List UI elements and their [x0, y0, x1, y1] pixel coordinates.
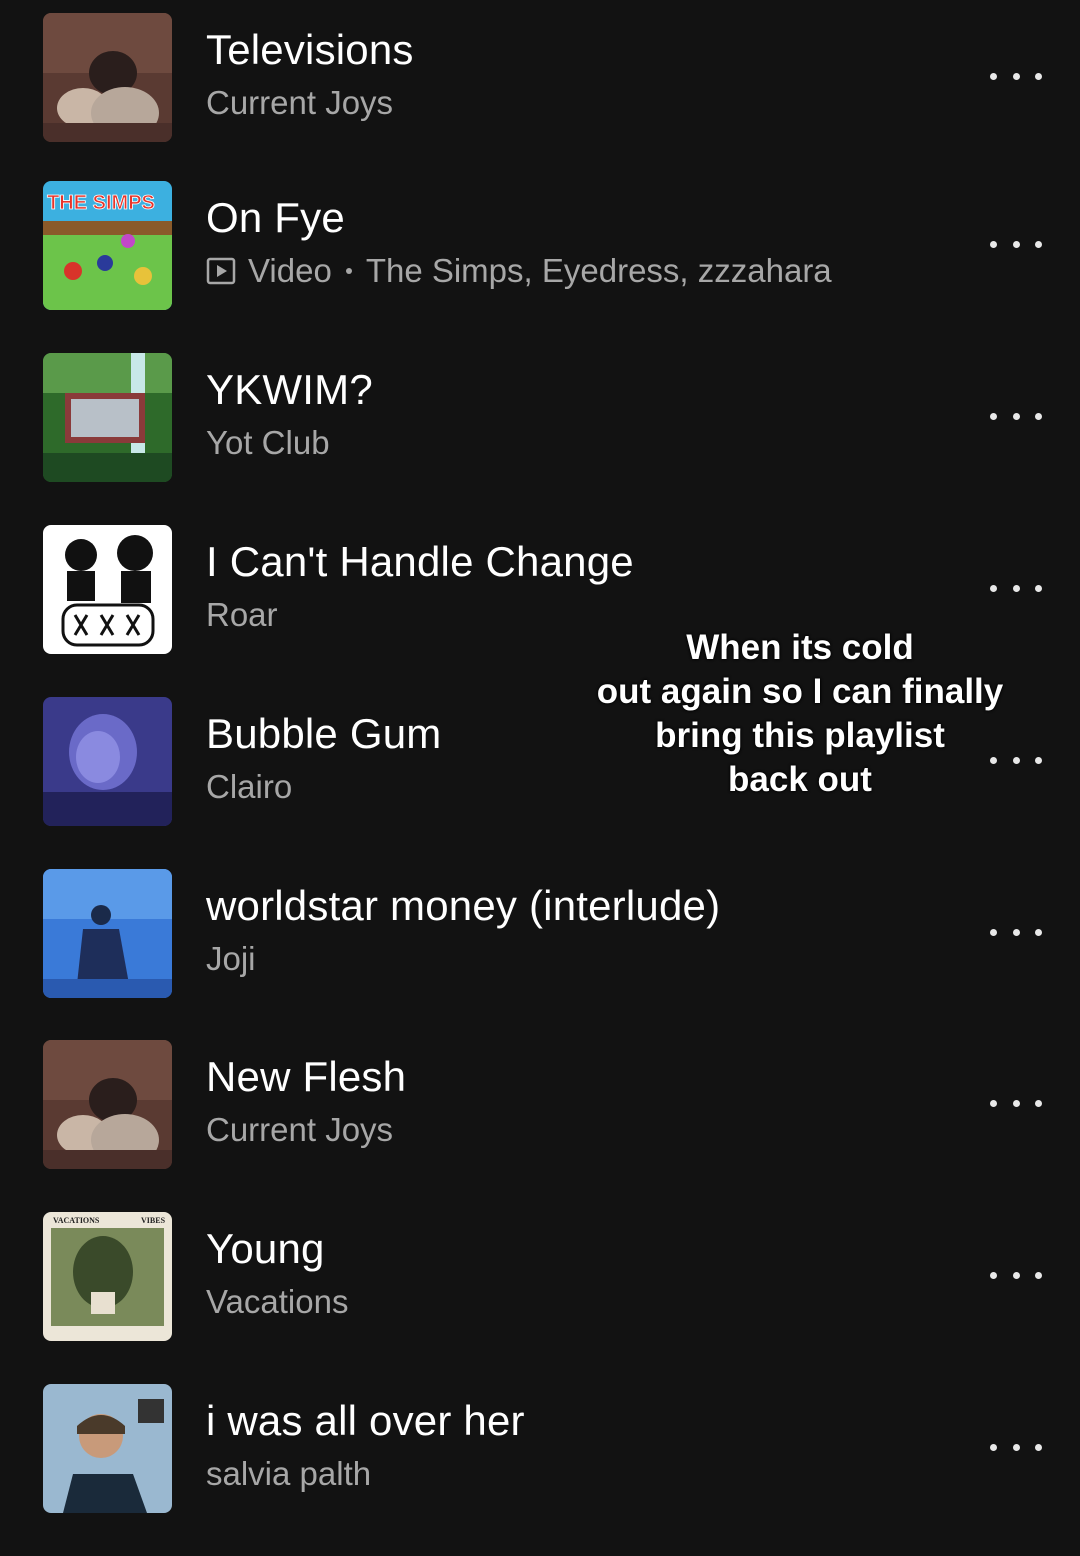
track-artist: Clairo [206, 768, 293, 805]
more-options-icon[interactable] [990, 1260, 1042, 1290]
separator-dot [345, 268, 352, 274]
simps-logo: THE SIMPS [47, 192, 155, 214]
track-artist: Current Joys [206, 84, 394, 121]
caption-line: bring this playlist [655, 716, 945, 755]
album-art-roar [43, 525, 172, 654]
track-artist: Roar [206, 596, 278, 633]
more-options-icon[interactable] [990, 1088, 1042, 1118]
track-title: worldstar money (interlude) [206, 882, 721, 929]
track-title: On Fye [206, 194, 345, 241]
track-row[interactable]: VACATIONS VIBES Young Vacations [0, 1212, 1080, 1384]
track-subtitle: Video The Simps, Eyedress, zzzahara [206, 251, 832, 291]
track-row[interactable]: i was all over her salvia palth [0, 1384, 1080, 1556]
more-options-icon[interactable] [990, 401, 1042, 431]
track-list: Televisions Current Joys THE SIMPS On Fy… [0, 0, 1080, 1520]
track-title: New Flesh [206, 1053, 407, 1100]
album-art-joji [43, 869, 172, 998]
track-artist: Joji [206, 940, 256, 977]
track-title: i was all over her [206, 1397, 525, 1444]
track-title: YKWIM? [206, 366, 373, 413]
video-icon [206, 256, 236, 286]
track-title: Televisions [206, 26, 414, 73]
caption-line: When its cold [686, 628, 914, 667]
track-title: I Can't Handle Change [206, 538, 634, 585]
track-artist: salvia palth [206, 1455, 372, 1492]
caption-overlay: When its cold out again so I can finally… [590, 626, 1010, 802]
track-row[interactable]: YKWIM? Yot Club [0, 353, 1080, 525]
more-options-icon[interactable] [990, 61, 1042, 91]
more-options-icon[interactable] [990, 1432, 1042, 1462]
track-row[interactable]: New Flesh Current Joys [0, 1040, 1080, 1212]
track-artist: The Simps, Eyedress, zzzahara [365, 252, 832, 289]
more-options-icon[interactable] [990, 917, 1042, 947]
caption-line: back out [728, 760, 872, 799]
more-options-icon[interactable] [990, 573, 1042, 603]
track-artist: Current Joys [206, 1111, 394, 1148]
track-title: Bubble Gum [206, 710, 442, 757]
album-art-current-joys [43, 13, 172, 142]
album-art-the-simps: THE SIMPS [43, 181, 172, 310]
album-art-salvia-palth [43, 1384, 172, 1513]
album-art-current-joys [43, 1040, 172, 1169]
track-row[interactable]: worldstar money (interlude) Joji [0, 869, 1080, 1041]
caption-line: out again so I can finally [596, 672, 1004, 711]
vibes-logo: VIBES [141, 1216, 166, 1225]
track-row[interactable]: THE SIMPS On Fye Video The Simps, Eyedre… [0, 181, 1080, 353]
track-type-label: Video [248, 252, 332, 289]
album-art-vacations: VACATIONS VIBES [43, 1212, 172, 1341]
track-artist: Yot Club [206, 424, 330, 461]
track-artist: Vacations [206, 1283, 349, 1320]
album-art-clairo [43, 697, 172, 826]
more-options-icon[interactable] [990, 229, 1042, 259]
vacations-logo: VACATIONS [53, 1216, 100, 1225]
track-title: Young [206, 1225, 325, 1272]
track-row[interactable]: Televisions Current Joys [0, 13, 1080, 185]
album-art-yot-club [43, 353, 172, 482]
